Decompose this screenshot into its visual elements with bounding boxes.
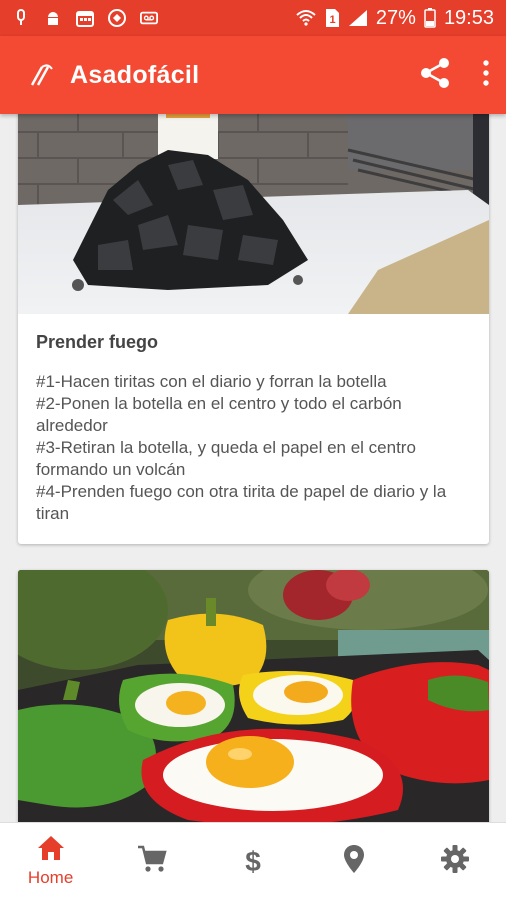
clock-time: 19:53 xyxy=(443,6,494,29)
more-vert-icon xyxy=(482,59,490,91)
battery-icon xyxy=(424,8,436,28)
android-icon xyxy=(44,9,62,27)
settings-icon xyxy=(440,844,470,879)
recipe-card[interactable] xyxy=(18,570,489,822)
svg-text:1: 1 xyxy=(329,14,335,26)
step-text: #2-Ponen la botella en el centro y todo … xyxy=(36,394,402,435)
stuffed-peppers-image xyxy=(18,570,489,822)
cart-icon xyxy=(137,845,167,878)
app-bar: Asadofácil xyxy=(0,36,506,114)
home-icon xyxy=(37,835,65,866)
nav-settings[interactable] xyxy=(405,844,506,879)
content-scroll[interactable]: Prender fuego #1-Hacen tiritas con el di… xyxy=(0,114,506,822)
nav-home[interactable]: Home xyxy=(0,835,101,888)
battery-percent: 27% xyxy=(375,6,416,29)
step-text: #4-Prenden fuego con otra tirita de pape… xyxy=(36,482,447,523)
calendar-icon xyxy=(76,9,94,27)
charcoal-fire-image xyxy=(18,114,489,314)
app-logo-icon xyxy=(28,60,58,90)
signal-icon xyxy=(348,9,368,27)
nav-label: Home xyxy=(27,868,74,887)
app-icon xyxy=(108,9,126,27)
dollar-icon: $ xyxy=(245,845,261,877)
nav-prices[interactable]: $ xyxy=(202,846,303,878)
location-icon xyxy=(343,844,365,879)
card-title: Prender fuego xyxy=(36,332,159,352)
step-text: #3-Retiran la botella, y queda el papel … xyxy=(36,438,416,479)
notification-icon xyxy=(12,9,30,27)
share-icon xyxy=(418,56,452,95)
wifi-icon xyxy=(296,9,316,27)
sim-icon: 1 xyxy=(324,8,340,28)
status-bar: 1 27% 19:53 xyxy=(0,0,506,36)
card-steps: #1-Hacen tiritas con el diario y forran … xyxy=(36,371,471,525)
voicemail-icon xyxy=(140,9,158,27)
more-options-button[interactable] xyxy=(482,59,490,91)
bottom-navigation: Home $ xyxy=(0,822,506,900)
nav-location[interactable] xyxy=(304,844,405,879)
app-title: Asadofácil xyxy=(70,60,200,89)
recipe-card[interactable]: Prender fuego #1-Hacen tiritas con el di… xyxy=(18,114,489,544)
share-button[interactable] xyxy=(418,56,452,95)
nav-cart[interactable] xyxy=(101,845,202,878)
step-text: #1-Hacen tiritas con el diario y forran … xyxy=(36,372,387,391)
